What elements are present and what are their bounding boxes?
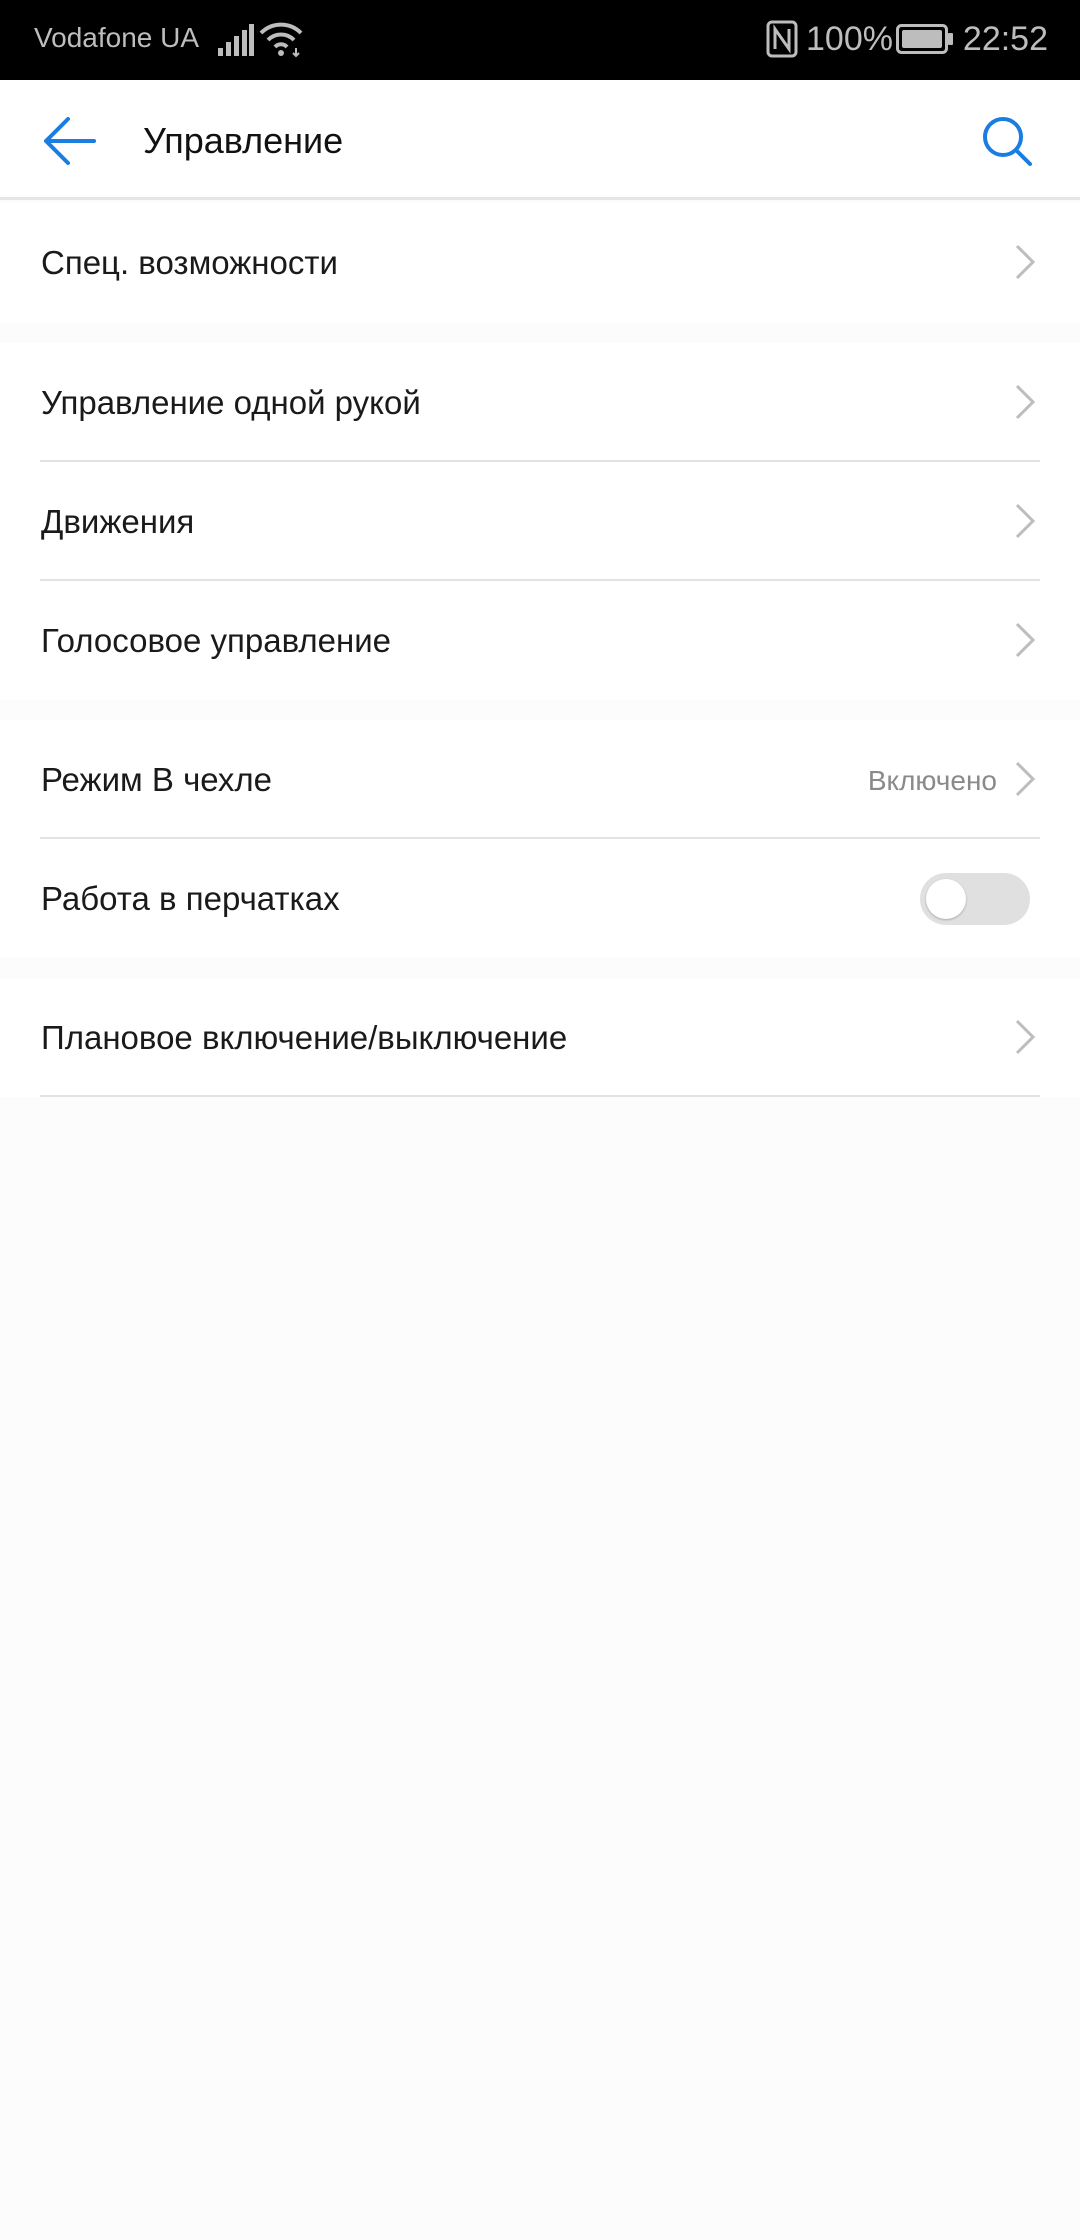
setting-row-accessibility[interactable]: Спец. возможности [0, 203, 1080, 322]
divider [40, 1095, 1040, 1097]
chevron-right-icon [1015, 1019, 1036, 1055]
settings-group-schedule: Плановое включение/выключение [0, 978, 1080, 1097]
settings-group-accessibility: Спец. возможности [0, 203, 1080, 322]
battery-percent: 100% [806, 20, 893, 58]
nfc-icon [766, 20, 798, 58]
chevron-right-icon [1015, 244, 1036, 280]
chevron-right-icon [1015, 503, 1036, 539]
setting-label: Режим В чехле [41, 761, 273, 798]
setting-row-voice-control[interactable]: Голосовое управление [0, 581, 1080, 700]
setting-label: Спец. возможности [41, 244, 338, 281]
clock: 22:52 [962, 20, 1048, 58]
setting-row-scheduled-power[interactable]: Плановое включение/выключение [0, 978, 1080, 1097]
setting-row-cover-mode[interactable]: Режим В чехле Включено [0, 720, 1080, 839]
setting-value: Включено [867, 765, 997, 796]
glove-mode-toggle[interactable] [920, 873, 1030, 925]
setting-label: Работа в перчатках [41, 880, 340, 917]
settings-group-controls: Управление одной рукой Движения Голосово… [0, 343, 1080, 700]
chevron-right-icon [1015, 761, 1036, 797]
wifi-icon [259, 22, 303, 58]
chevron-right-icon [1015, 384, 1036, 420]
setting-label: Голосовое управление [41, 622, 391, 659]
page-title: Управление [143, 120, 344, 161]
setting-row-glove-mode: Работа в перчатках [0, 839, 1080, 958]
setting-label: Управление одной рукой [41, 384, 421, 421]
chevron-right-icon [1015, 622, 1036, 658]
setting-label: Плановое включение/выключение [41, 1019, 568, 1056]
toggle-knob [926, 879, 966, 919]
battery-icon [896, 24, 953, 54]
arrow-left-icon[interactable] [42, 116, 96, 166]
setting-label: Движения [41, 503, 195, 540]
setting-row-one-hand[interactable]: Управление одной рукой [0, 343, 1080, 462]
status-bar: Vodafone UA 100% 22:52 [0, 0, 1080, 80]
settings-group-cover-gloves: Режим В чехле Включено Работа в перчатка… [0, 720, 1080, 958]
search-icon[interactable] [980, 114, 1034, 168]
app-bar: Управление [0, 80, 1080, 200]
setting-row-motions[interactable]: Движения [0, 462, 1080, 581]
carrier-name: Vodafone UA [34, 22, 200, 53]
signal-icon [218, 24, 254, 56]
